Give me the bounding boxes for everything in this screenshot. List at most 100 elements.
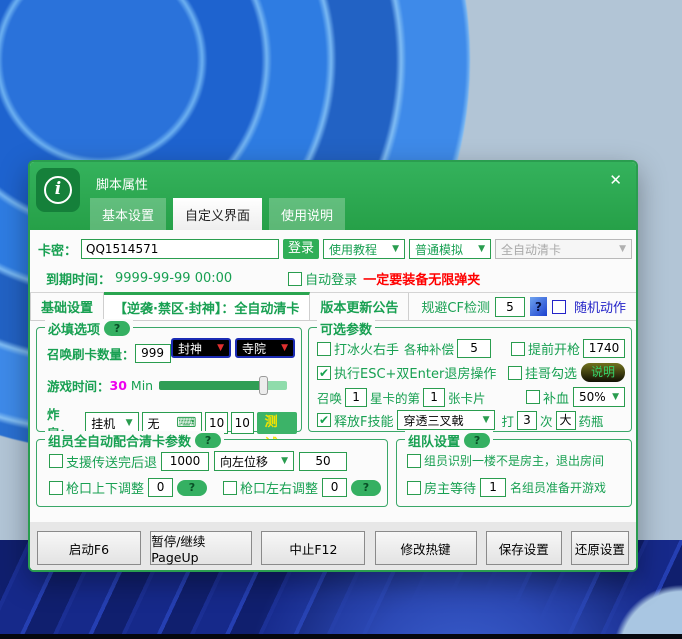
cf-detect-input[interactable]: 5 (495, 297, 525, 317)
tab-basic-settings[interactable]: 基本设置 (90, 198, 166, 230)
prefire-checkbox[interactable] (511, 342, 525, 356)
muzzle-h-input[interactable]: 0 (322, 478, 347, 497)
heal-label[interactable]: 补血 (543, 388, 569, 407)
random-action-label[interactable]: 随机动作 (574, 297, 626, 316)
map-select-2-value: 寺院 (242, 340, 266, 357)
expire-value: 9999-99-99 00:00 (115, 271, 232, 286)
optional-params-group: 可选参数 打冰火右手 各种补偿 5 提前开枪 1740 ✔ 执行ESC+双Ent… (308, 327, 632, 432)
skill-label[interactable]: 释放F技能 (334, 411, 393, 430)
expire-label: 到期时间： (46, 269, 111, 288)
wait-count-input[interactable]: 1 (480, 478, 506, 497)
edit-hotkey-button[interactable]: 修改热键 (375, 531, 477, 565)
muzzle-v-input[interactable]: 0 (148, 478, 173, 497)
map-select-1[interactable]: 封神 ▼ (171, 338, 231, 358)
random-action-checkbox[interactable] (552, 300, 566, 314)
login-button[interactable]: 登录 (283, 239, 319, 259)
tab-usage-instructions[interactable]: 使用说明 (269, 198, 345, 230)
support-checkbox[interactable] (49, 454, 63, 468)
team-row-1: 组员识别一楼不是房主，退出房间 (407, 452, 627, 469)
hit-count-input[interactable]: 3 (517, 411, 537, 430)
chevron-down-icon: ▼ (126, 418, 133, 428)
chevron-down-icon: ▼ (483, 415, 490, 425)
subtab-auto-clear[interactable]: 【逆袭·禁区·封神】：全自动清卡 (104, 292, 310, 320)
map-select-1-value: 封神 (178, 340, 202, 357)
auto-login-label[interactable]: 自动登录 (305, 269, 357, 288)
tab-custom-interface[interactable]: 自定义界面 (173, 198, 262, 230)
tutorial-select[interactable]: 使用教程 ▼ (323, 239, 405, 259)
subtab-update-notice[interactable]: 版本更新公告 (310, 293, 409, 320)
start-button[interactable]: 启动F6 (37, 531, 141, 565)
subtab-basic[interactable]: 基础设置 (30, 293, 104, 320)
support-label[interactable]: 支援传送完后退 (66, 452, 157, 471)
prefire-input[interactable]: 1740 (583, 339, 625, 358)
abort-button[interactable]: 中止F12 (261, 531, 365, 565)
summon-count-input[interactable]: 999 (135, 344, 171, 363)
save-settings-button[interactable]: 保存设置 (486, 531, 562, 565)
muzzle-v-label[interactable]: 枪口上下调整 (66, 478, 144, 497)
team-row-2: 房主等待 1 名组员准备开游戏 (407, 478, 627, 497)
shift-select[interactable]: 向左位移 ▼ (214, 451, 294, 471)
leader-check-label[interactable]: 组员识别一楼不是房主，退出房间 (424, 452, 604, 469)
prefire-label[interactable]: 提前开枪 (528, 339, 580, 358)
icefire-label[interactable]: 打冰火右手 (334, 339, 399, 358)
slider-thumb[interactable] (259, 376, 268, 395)
game-time-row: 游戏时间： 30 Min (47, 376, 295, 395)
game-time-value: 30 (110, 378, 127, 393)
summon-star-input[interactable]: 1 (345, 388, 367, 407)
bomb-delay2-input[interactable]: 10 (231, 412, 254, 434)
test-button[interactable]: 测试 (257, 412, 297, 434)
member-coop-title: 组员全自动配合清卡参数 (48, 431, 191, 450)
close-icon[interactable]: ✕ (609, 171, 622, 189)
card-index-input[interactable]: 1 (423, 388, 445, 407)
heal-checkbox[interactable] (526, 390, 540, 404)
esc-exit-checkbox[interactable]: ✔ (317, 366, 331, 380)
support-input[interactable]: 1000 (161, 452, 209, 471)
warning-text: 一定要装备无限弹夹 (363, 269, 480, 288)
card-key-input[interactable]: QQ1514571 (81, 239, 279, 259)
hit-label: 打 (501, 411, 514, 430)
guage-checkbox[interactable] (508, 366, 522, 380)
map-select-2[interactable]: 寺院 ▼ (235, 338, 295, 358)
bomb-hotkey-value: 无 (148, 415, 160, 432)
esc-exit-label[interactable]: 执行ESC+双Enter退房操作 (334, 363, 496, 382)
icefire-checkbox[interactable] (317, 342, 331, 356)
chevron-down-icon: ▼ (478, 244, 485, 254)
muzzle-v-checkbox[interactable] (49, 481, 63, 495)
required-help-icon[interactable]: ? (104, 321, 130, 336)
pause-resume-button[interactable]: 暂停/继续PageUp (150, 531, 252, 565)
skill-select[interactable]: 穿透三叉戟 ▼ (397, 410, 495, 430)
optional-row-4: ✔ 释放F技能 穿透三叉戟 ▼ 打 3 次 大 药瓶 (317, 410, 625, 430)
heal-select[interactable]: 50% ▼ (573, 387, 625, 407)
potion-size-input[interactable]: 大 (556, 411, 576, 430)
simulation-select[interactable]: 普通模拟 ▼ (409, 239, 491, 259)
optional-row-1: 打冰火右手 各种补偿 5 提前开枪 1740 (317, 339, 625, 358)
restore-settings-button[interactable]: 还原设置 (571, 531, 629, 565)
game-time-label: 游戏时间： (47, 376, 110, 395)
skill-checkbox[interactable]: ✔ (317, 413, 331, 427)
app-info-icon: i (36, 168, 80, 212)
guage-label[interactable]: 挂哥勾选 (525, 363, 577, 382)
optional-row-3: 召唤 1 星卡的第 1 张卡片 补血 50% ▼ (317, 387, 625, 407)
wait-checkbox[interactable] (407, 481, 421, 495)
muzzle-h-label[interactable]: 枪口左右调整 (240, 478, 318, 497)
team-help-icon[interactable]: ? (464, 433, 490, 448)
times-label: 次 (540, 411, 553, 430)
auto-login-checkbox[interactable] (288, 272, 302, 286)
muzzle-h-help-icon[interactable]: ? (351, 480, 381, 496)
cf-help-icon[interactable]: ? (530, 297, 547, 316)
member-help-icon[interactable]: ? (195, 433, 221, 448)
card-key-row: 卡密： QQ1514571 登录 使用教程 ▼ 普通模拟 ▼ 全自动清卡 ▼ (38, 239, 632, 259)
script-properties-window: i 脚本属性 ✕ 基本设置 自定义界面 使用说明 卡密： QQ1514571 登… (28, 160, 638, 572)
muzzle-v-help-icon[interactable]: ? (177, 480, 207, 496)
member-row-1: 支援传送完后退 1000 向左位移 ▼ 50 (49, 451, 381, 471)
compensation-input[interactable]: 5 (457, 339, 491, 358)
game-time-unit: Min (131, 378, 153, 393)
muzzle-h-checkbox[interactable] (223, 481, 237, 495)
clear-card-select-value: 全自动清卡 (501, 241, 561, 258)
shift-input[interactable]: 50 (299, 452, 347, 471)
game-time-slider[interactable] (159, 381, 287, 390)
chevron-down-icon: ▼ (392, 244, 399, 254)
wait-label[interactable]: 房主等待 (424, 478, 476, 497)
explain-button[interactable]: 说明 (581, 363, 625, 382)
leader-check-checkbox[interactable] (407, 454, 421, 468)
